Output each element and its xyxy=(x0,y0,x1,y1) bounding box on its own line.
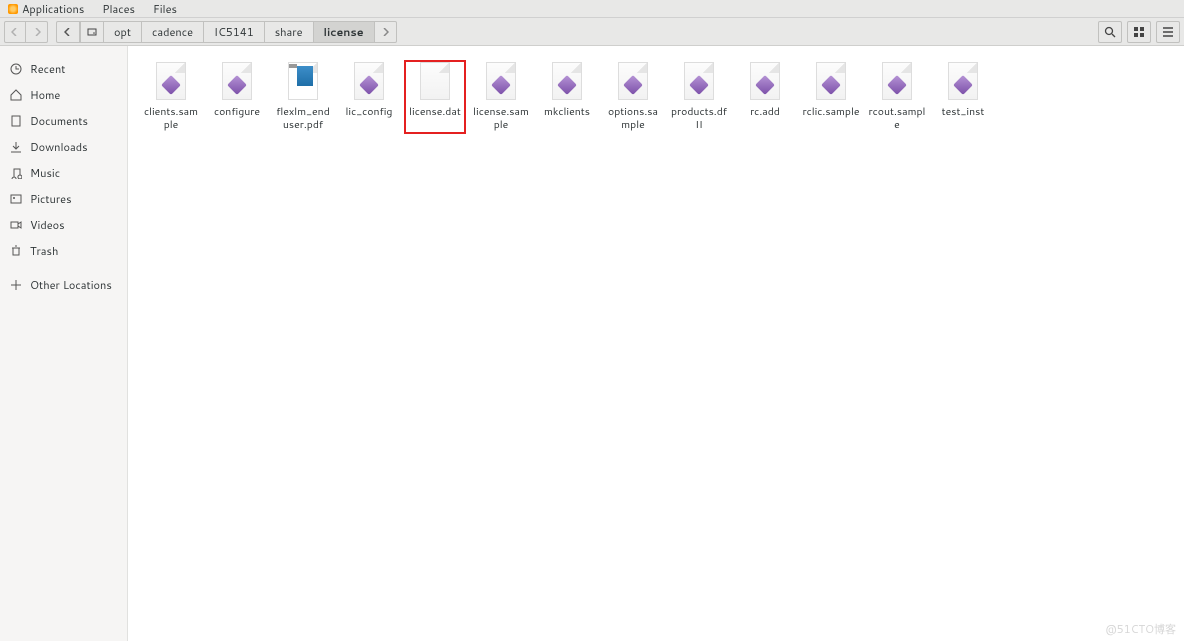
sidebar-item-label: Documents xyxy=(30,113,88,129)
sidebar-item-downloads[interactable]: Downloads xyxy=(0,134,127,160)
menu-applications[interactable]: Applications xyxy=(22,1,84,17)
file-label: test_inst xyxy=(934,106,992,119)
view-grid-button[interactable] xyxy=(1127,21,1151,43)
sidebar-item-documents[interactable]: Documents xyxy=(0,108,127,134)
executable-file-icon xyxy=(351,62,387,102)
sidebar-item-label: Videos xyxy=(30,217,65,233)
breadcrumb-license[interactable]: license xyxy=(314,21,375,43)
main-pane: Recent Home Documents Downloads Music Pi… xyxy=(0,46,1184,641)
executable-file-icon xyxy=(945,62,981,102)
text-file-icon xyxy=(417,62,453,102)
file-label: rcout.sample xyxy=(868,106,926,132)
file-label: products.dfII xyxy=(670,106,728,132)
executable-file-icon xyxy=(747,62,783,102)
path-breadcrumb: opt cadence IC5141 share license xyxy=(56,21,397,43)
file-item[interactable]: configure xyxy=(206,60,268,134)
executable-file-icon xyxy=(483,62,519,102)
hamburger-menu-button[interactable] xyxy=(1156,21,1180,43)
sidebar-item-label: Other Locations xyxy=(30,277,112,293)
sidebar-item-music[interactable]: Music xyxy=(0,160,127,186)
sidebar-item-label: Downloads xyxy=(30,139,88,155)
file-grid[interactable]: clients.sample configure flexlm_enduser.pd… xyxy=(128,46,1184,641)
search-button[interactable] xyxy=(1098,21,1122,43)
file-item[interactable]: rcout.sample xyxy=(866,60,928,134)
file-item[interactable]: test_inst xyxy=(932,60,994,134)
sidebar-item-label: Recent xyxy=(30,61,65,77)
breadcrumb-overflow-right[interactable] xyxy=(375,21,397,43)
file-label: lic_config xyxy=(340,106,398,119)
sidebar-item-recent[interactable]: Recent xyxy=(0,56,127,82)
breadcrumb-share[interactable]: share xyxy=(265,21,314,43)
file-label: rclic.sample xyxy=(802,106,860,119)
file-item[interactable]: products.dfII xyxy=(668,60,730,134)
back-button[interactable] xyxy=(4,21,26,43)
file-label: mkclients xyxy=(538,106,596,119)
sidebar-item-pictures[interactable]: Pictures xyxy=(0,186,127,212)
menu-places[interactable]: Places xyxy=(102,1,135,17)
plus-icon xyxy=(10,279,22,291)
file-item[interactable]: flexlm_enduser.pdf xyxy=(272,60,334,134)
file-label: options.sample xyxy=(604,106,662,132)
sidebar-item-label: Trash xyxy=(30,243,58,259)
sidebar-item-other-locations[interactable]: Other Locations xyxy=(0,272,127,298)
clock-icon xyxy=(10,63,22,75)
executable-file-icon xyxy=(219,62,255,102)
music-icon xyxy=(10,167,22,179)
pdf-file-icon xyxy=(285,62,321,102)
executable-file-icon xyxy=(615,62,651,102)
home-icon xyxy=(10,89,22,101)
breadcrumb-opt[interactable]: opt xyxy=(104,21,142,43)
file-item[interactable]: rc.add xyxy=(734,60,796,134)
file-label: license.dat xyxy=(406,106,464,119)
breadcrumb-cadence[interactable]: cadence xyxy=(142,21,204,43)
file-label: rc.add xyxy=(736,106,794,119)
trash-icon xyxy=(10,245,22,257)
gnome-foot-icon xyxy=(8,4,18,14)
sidebar-item-label: Music xyxy=(30,165,60,181)
file-item[interactable]: clients.sample xyxy=(140,60,202,134)
file-item[interactable]: lic_config xyxy=(338,60,400,134)
file-item[interactable]: license.sample xyxy=(470,60,532,134)
file-label: clients.sample xyxy=(142,106,200,132)
executable-file-icon xyxy=(153,62,189,102)
menu-files[interactable]: Files xyxy=(153,1,177,17)
sidebar: Recent Home Documents Downloads Music Pi… xyxy=(0,46,128,641)
executable-file-icon xyxy=(813,62,849,102)
file-label: license.sample xyxy=(472,106,530,132)
executable-file-icon xyxy=(681,62,717,102)
executable-file-icon xyxy=(549,62,585,102)
breadcrumb-overflow-left[interactable] xyxy=(56,21,80,43)
gnome-menubar: Applications Places Files xyxy=(0,0,1184,18)
file-item[interactable]: license.dat xyxy=(404,60,466,134)
picture-icon xyxy=(10,193,22,205)
file-label: configure xyxy=(208,106,266,119)
file-item[interactable]: mkclients xyxy=(536,60,598,134)
file-item[interactable]: rclic.sample xyxy=(800,60,862,134)
executable-file-icon xyxy=(879,62,915,102)
sidebar-item-label: Pictures xyxy=(30,191,72,207)
sidebar-item-videos[interactable]: Videos xyxy=(0,212,127,238)
sidebar-item-trash[interactable]: Trash xyxy=(0,238,127,264)
watermark: @51CTO博客 xyxy=(1105,621,1176,637)
download-icon xyxy=(10,141,22,153)
document-icon xyxy=(10,115,22,127)
file-label: flexlm_enduser.pdf xyxy=(274,106,332,132)
sidebar-item-label: Home xyxy=(30,87,60,103)
sidebar-item-home[interactable]: Home xyxy=(0,82,127,108)
file-manager-toolbar: opt cadence IC5141 share license xyxy=(0,18,1184,46)
forward-button[interactable] xyxy=(26,21,48,43)
file-item[interactable]: options.sample xyxy=(602,60,664,134)
breadcrumb-drive-icon[interactable] xyxy=(80,21,104,43)
video-icon xyxy=(10,219,22,231)
breadcrumb-ic5141[interactable]: IC5141 xyxy=(204,21,265,43)
